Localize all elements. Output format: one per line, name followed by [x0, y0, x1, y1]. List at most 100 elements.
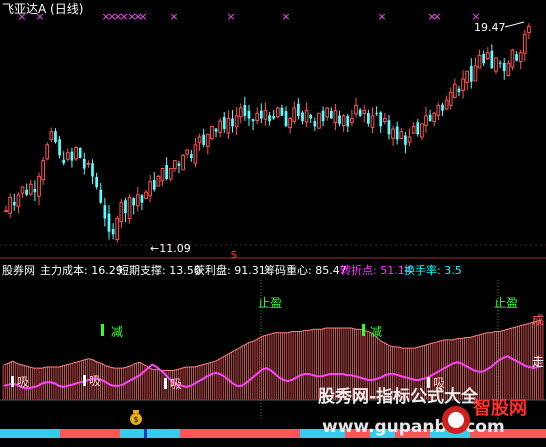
candle-body	[338, 115, 341, 124]
candle-body	[515, 54, 518, 61]
candle-body	[202, 134, 206, 145]
candle-body	[527, 25, 531, 34]
candle-body	[234, 115, 239, 128]
candle-body	[477, 54, 482, 69]
candle-body	[152, 179, 156, 190]
candle-body	[333, 110, 338, 123]
candle-body	[382, 118, 387, 123]
watermark-line1: 股秀网-指标公式大全	[318, 386, 479, 407]
candle-body	[482, 53, 486, 64]
candle-body	[358, 109, 362, 116]
candle-body	[103, 205, 107, 219]
candle-body	[20, 186, 25, 194]
high-price-arrow	[504, 21, 525, 28]
candle-body	[91, 163, 94, 177]
candle-body	[231, 118, 234, 127]
candle-body	[465, 70, 470, 84]
absorb-label-2: 吸	[89, 374, 101, 388]
signal-x-marker: ×	[432, 10, 441, 23]
candle-body	[111, 229, 115, 235]
money-bag-symbol: $	[133, 415, 138, 424]
candle-body	[205, 133, 210, 147]
candle-body	[197, 136, 202, 143]
signal-x-marker: ×	[138, 10, 147, 23]
candle-body	[16, 194, 21, 207]
candle-body	[263, 110, 268, 120]
reduce-bar-1	[101, 324, 104, 336]
candle-body	[70, 151, 74, 161]
chart-window: 飞亚达A (日线) × × × × × × × × × × × × × × × × 19.47 ←11.09 $ 股券网…	[0, 0, 546, 447]
candle-body	[107, 213, 111, 232]
candle-body	[354, 104, 358, 115]
candle-body	[74, 146, 78, 160]
candle-body	[416, 122, 420, 135]
candle-body	[494, 57, 498, 72]
candle-body	[510, 49, 515, 68]
candle-body	[214, 128, 218, 132]
candle-body	[350, 118, 354, 123]
candle-body	[259, 110, 263, 119]
candle-body	[473, 65, 478, 82]
signal-x-marker: ×	[281, 10, 290, 23]
absorb-label-3: 吸	[170, 377, 182, 391]
signal-x-marker: ×	[17, 10, 26, 23]
take-profit-label-2: 止盈	[494, 296, 518, 310]
candle-body	[346, 115, 350, 127]
candle-body	[135, 194, 140, 207]
indicator-item-5: 换手率: 3.5	[404, 263, 462, 277]
trend-strip-segment-1	[60, 429, 120, 438]
chart-canvas: 飞亚达A (日线)× × ××××××× × × × × ×× ×19.47←11.09 $股券网…	[0, 2, 546, 438]
signal-x-marker: ×	[35, 10, 44, 23]
candle-body	[37, 175, 41, 197]
indicator-item-3: 筹码重心: 85.47	[264, 263, 347, 277]
candle-body	[185, 149, 190, 155]
candle-body	[173, 160, 177, 170]
indicator-item-0: 主力成本: 16.29	[40, 263, 123, 277]
low-price-label: ←11.09	[150, 242, 191, 255]
candle-body	[165, 165, 168, 180]
candle-body	[99, 189, 103, 203]
candle-body	[58, 139, 61, 156]
candle-body	[54, 131, 57, 143]
candle-body	[379, 112, 383, 127]
candle-body	[193, 144, 198, 164]
candle-body	[424, 115, 428, 126]
candle-body	[181, 154, 185, 171]
candle-body	[177, 163, 181, 166]
candle-body	[124, 200, 127, 214]
signal-x-marker: ×	[169, 10, 178, 23]
high-price-label: 19.47	[474, 21, 506, 34]
candle-body	[243, 104, 247, 116]
signal-x-marker: ×	[377, 10, 386, 23]
candle-body	[367, 112, 370, 124]
candle-body	[498, 62, 502, 64]
candle-body	[309, 114, 313, 119]
candle-body	[132, 198, 136, 206]
candle-body	[156, 175, 161, 187]
candle-body	[301, 112, 304, 122]
take-profit-label-1: 止盈	[258, 296, 282, 310]
candle-body	[297, 103, 300, 116]
candle-body	[502, 62, 506, 72]
signal-x-marker: ×	[226, 10, 235, 23]
candle-body	[284, 111, 288, 127]
reduce-label-2: 减	[370, 325, 382, 339]
candle-body	[288, 118, 293, 129]
candle-body	[375, 112, 378, 114]
candle-body	[292, 107, 297, 122]
indicator-item-4: 转折点: 51.14	[340, 263, 412, 277]
watermark-line2: www.gupanbu.com	[322, 417, 505, 437]
cheng-label: 成	[532, 313, 544, 327]
candle-body	[321, 110, 325, 122]
candle-body	[25, 189, 29, 195]
candle-body	[272, 115, 276, 119]
candle-body	[399, 131, 404, 139]
candle-body	[119, 202, 124, 223]
candle-body	[148, 181, 153, 197]
indicator-item-2: 获利盘: 91.31	[194, 263, 266, 277]
candle-body	[411, 125, 416, 134]
trend-strip-segment-4	[250, 429, 300, 438]
candle-body	[452, 83, 457, 98]
money-bag-neck	[133, 410, 139, 413]
candle-body	[127, 196, 132, 219]
